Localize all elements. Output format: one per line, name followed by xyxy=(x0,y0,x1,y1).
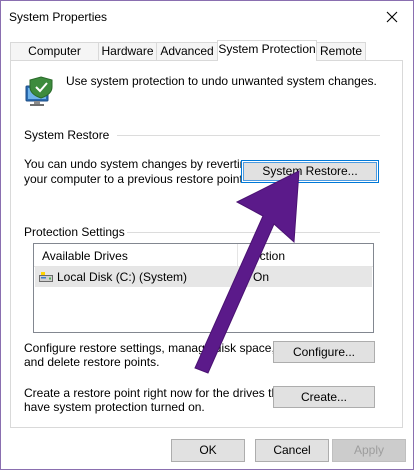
tab-panel: Use system protection to undo unwanted s… xyxy=(10,60,403,428)
create-text-line2: have system protection turned on. xyxy=(24,400,205,414)
divider xyxy=(127,232,380,233)
list-header: Available Drives ection xyxy=(34,244,373,267)
intro-text: Use system protection to undo unwanted s… xyxy=(66,74,377,88)
drives-list[interactable]: Available Drives ection Local Disk (C:) … xyxy=(33,243,374,333)
tab-advanced[interactable]: Advanced xyxy=(156,42,218,60)
close-icon xyxy=(386,11,398,23)
system-properties-window: System Properties Computer Name Hardware… xyxy=(0,0,414,470)
tab-strip: Computer Name Hardware Advanced System P… xyxy=(10,40,405,75)
tab-computer-name[interactable]: Computer Name xyxy=(10,42,99,75)
column-header-protection[interactable]: ection xyxy=(253,249,285,263)
create-button[interactable]: Create... xyxy=(273,386,375,408)
system-restore-button[interactable]: System Restore... xyxy=(241,160,379,183)
column-separator xyxy=(237,244,238,266)
drive-protection-status: On xyxy=(253,270,270,284)
create-text-line1: Create a restore point right now for the… xyxy=(24,386,289,400)
column-header-available-drives[interactable]: Available Drives xyxy=(42,249,128,263)
apply-button: Apply xyxy=(332,439,406,462)
cancel-button[interactable]: Cancel xyxy=(255,439,329,462)
local-disk-icon xyxy=(39,272,53,282)
configure-text-line1: Configure restore settings, manage disk … xyxy=(24,341,275,355)
system-restore-description-line1: You can undo system changes by reverting xyxy=(24,157,254,171)
divider xyxy=(117,135,380,136)
system-restore-group-label: System Restore xyxy=(24,128,110,142)
title-bar: System Properties xyxy=(1,1,413,35)
configure-button[interactable]: Configure... xyxy=(273,341,375,363)
table-row[interactable]: Local Disk (C:) (System) On xyxy=(35,267,372,287)
tab-system-protection[interactable]: System Protection xyxy=(217,40,317,61)
system-protection-icon xyxy=(25,76,53,106)
drive-name: Local Disk (C:) (System) xyxy=(57,270,188,284)
tab-remote[interactable]: Remote xyxy=(316,42,366,60)
protection-settings-group-label: Protection Settings xyxy=(24,225,125,239)
configure-text-line2: and delete restore points. xyxy=(24,355,160,369)
system-restore-description-line2: your computer to a previous restore poin… xyxy=(24,172,247,186)
close-button[interactable] xyxy=(377,3,407,31)
ok-button[interactable]: OK xyxy=(171,439,245,462)
window-title: System Properties xyxy=(9,10,108,24)
tab-hardware[interactable]: Hardware xyxy=(98,42,157,60)
